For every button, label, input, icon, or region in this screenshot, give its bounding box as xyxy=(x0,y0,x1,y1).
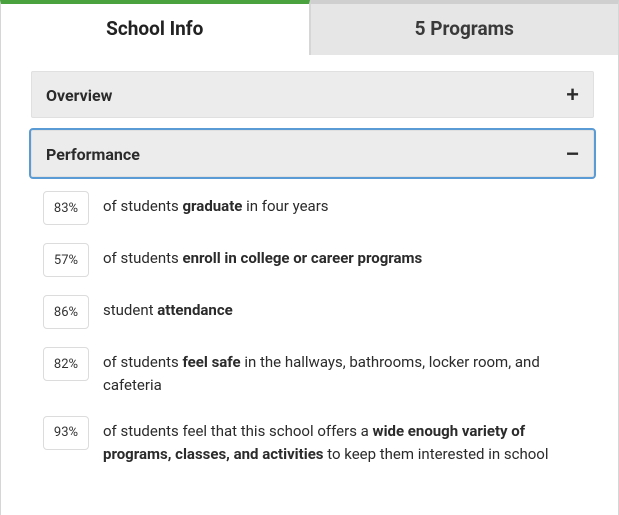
tab-bar: School Info 5 Programs xyxy=(0,0,619,55)
metric-badge: 93% xyxy=(43,416,89,450)
metric-badge: 82% xyxy=(43,347,89,381)
metric-text: of students feel that this school offers… xyxy=(103,420,594,467)
metric-row: 83% of students graduate in four years xyxy=(43,195,594,225)
minus-icon: − xyxy=(566,143,579,165)
metric-badge: 86% xyxy=(43,295,89,329)
tab-school-info[interactable]: School Info xyxy=(0,0,310,55)
metric-text: student attendance xyxy=(103,299,594,322)
metric-text: of students enroll in college or career … xyxy=(103,247,594,270)
metric-badge: 83% xyxy=(43,191,89,225)
content-pane: Overview + Performance − 83% of students… xyxy=(0,55,619,515)
metric-row: 93% of students feel that this school of… xyxy=(43,420,594,467)
metric-text: of students feel safe in the hallways, b… xyxy=(103,351,594,398)
accordion-performance[interactable]: Performance − xyxy=(31,130,594,177)
metric-row: 57% of students enroll in college or car… xyxy=(43,247,594,277)
tab-programs[interactable]: 5 Programs xyxy=(310,0,619,55)
metric-text: of students graduate in four years xyxy=(103,195,594,218)
performance-metrics: 83% of students graduate in four years 5… xyxy=(31,195,594,466)
accordion: Overview + Performance − 83% of students… xyxy=(31,71,594,466)
accordion-overview[interactable]: Overview + xyxy=(31,71,594,118)
metric-badge: 57% xyxy=(43,243,89,277)
metric-row: 82% of students feel safe in the hallway… xyxy=(43,351,594,398)
accordion-title: Overview xyxy=(46,86,112,105)
accordion-title: Performance xyxy=(46,145,140,164)
metric-row: 86% student attendance xyxy=(43,299,594,329)
plus-icon: + xyxy=(566,84,579,106)
